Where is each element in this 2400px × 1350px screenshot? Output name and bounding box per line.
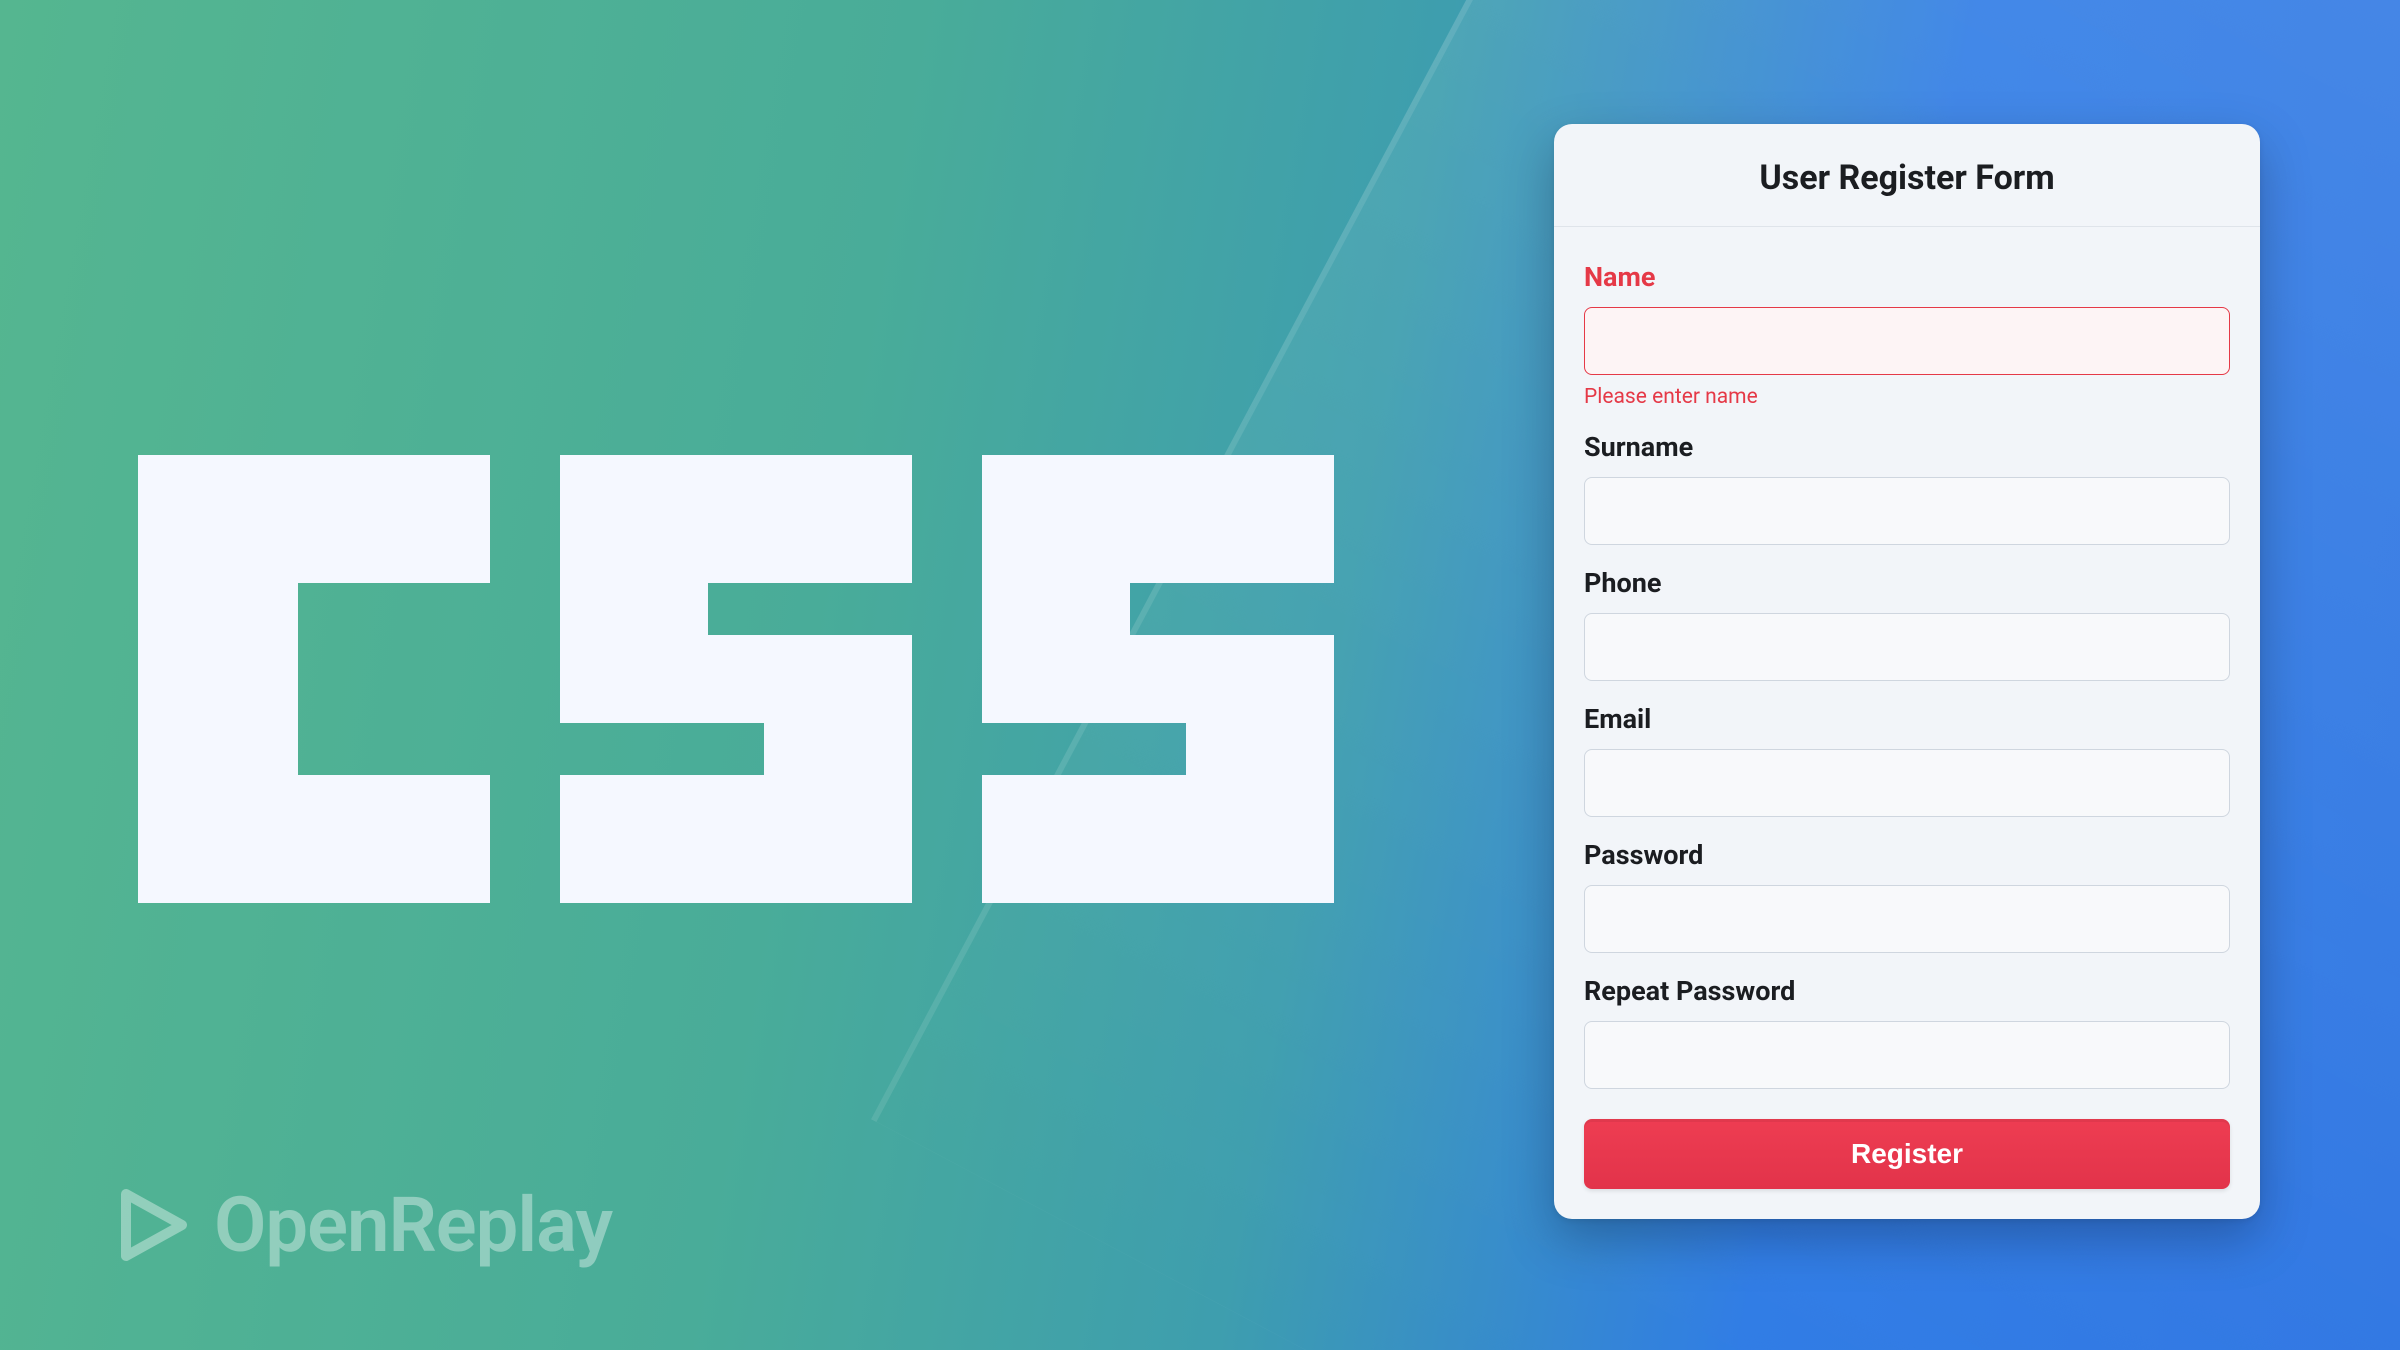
form-title: User Register Form <box>1554 124 2260 227</box>
phone-input[interactable] <box>1584 613 2230 681</box>
repeat-password-label: Repeat Password <box>1584 975 2230 1007</box>
register-button[interactable]: Register <box>1584 1119 2230 1189</box>
openreplay-wordmark: OpenReplay <box>214 1180 612 1270</box>
form-body: Name Please enter name Surname Phone Ema… <box>1554 227 2260 1219</box>
name-label: Name <box>1584 261 2230 293</box>
css-wordmark <box>138 455 1338 903</box>
field-surname: Surname <box>1584 431 2230 545</box>
letter-c-icon <box>138 455 490 903</box>
name-input[interactable] <box>1584 307 2230 375</box>
field-name: Name Please enter name <box>1584 261 2230 409</box>
field-email: Email <box>1584 703 2230 817</box>
repeat-password-input[interactable] <box>1584 1021 2230 1089</box>
password-input[interactable] <box>1584 885 2230 953</box>
play-icon <box>112 1186 190 1264</box>
openreplay-brand: OpenReplay <box>112 1180 612 1270</box>
field-repeat-password: Repeat Password <box>1584 975 2230 1089</box>
register-form-card: User Register Form Name Please enter nam… <box>1554 124 2260 1219</box>
email-input[interactable] <box>1584 749 2230 817</box>
surname-label: Surname <box>1584 431 2230 463</box>
letter-s-icon <box>982 455 1334 903</box>
name-error-message: Please enter name <box>1584 385 2230 409</box>
surname-input[interactable] <box>1584 477 2230 545</box>
field-phone: Phone <box>1584 567 2230 681</box>
letter-s-icon <box>560 455 912 903</box>
field-password: Password <box>1584 839 2230 953</box>
password-label: Password <box>1584 839 2230 871</box>
email-label: Email <box>1584 703 2230 735</box>
phone-label: Phone <box>1584 567 2230 599</box>
